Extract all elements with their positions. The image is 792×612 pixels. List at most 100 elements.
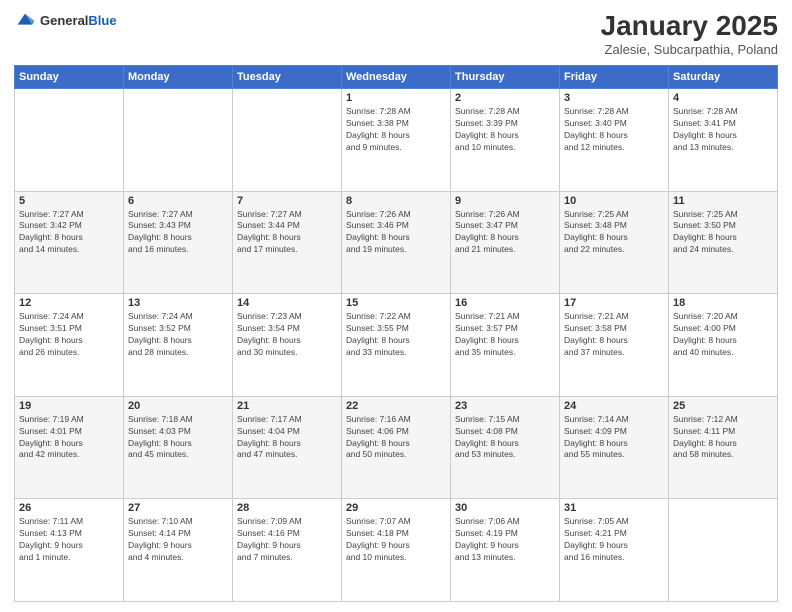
calendar-cell: 3Sunrise: 7:28 AM Sunset: 3:40 PM Daylig… [560,89,669,192]
calendar-cell: 28 Sunrise: 7:09 AM Sunset: 4:16 PM Dayli… [233,499,342,602]
calendar-cell: 26Sunrise: 7:11 AM Sunset: 4:13 PM Dayli… [15,499,124,602]
day-info: Sunrise: 7:27 AM Sunset: 3:44 PM Dayligh… [237,209,337,257]
day-number: 13 [128,297,228,309]
day-info: Sunrise: 7:24 AM Sunset: 3:52 PM Dayligh… [128,311,228,359]
calendar-body: 1 Sunrise: 7:28 AM Sunset: 3:38 PM Daylig… [15,89,778,602]
day-number: 9 [455,195,555,207]
calendar-cell: 18 Sunrise: 7:20 AM Sunset: 4:00 PM Dayli… [669,294,778,397]
calendar-cell [233,89,342,192]
day-info: Sunrise: 7:28 AM Sunset: 3:41 PM Dayligh… [673,106,773,154]
calendar-cell: 1 Sunrise: 7:28 AM Sunset: 3:38 PM Daylig… [342,89,451,192]
calendar-cell: 10 Sunrise: 7:25 AM Sunset: 3:48 PM Dayli… [560,191,669,294]
day-number: 2 [455,92,555,104]
weekday-header-cell: Friday [560,66,669,89]
calendar-cell: 8 Sunrise: 7:26 AM Sunset: 3:46 PM Daylig… [342,191,451,294]
day-info: Sunrise: 7:16 AM Sunset: 4:06 PM Dayligh… [346,414,446,462]
calendar-cell: 11 Sunrise: 7:25 AM Sunset: 3:50 PM Dayli… [669,191,778,294]
calendar-cell: 21Sunrise: 7:17 AM Sunset: 4:04 PM Dayli… [233,396,342,499]
day-number: 25 [673,400,773,412]
day-info: Sunrise: 7:23 AM Sunset: 3:54 PM Dayligh… [237,311,337,359]
weekday-header-cell: Wednesday [342,66,451,89]
day-info: Sunrise: 7:06 AM Sunset: 4:19 PM Dayligh… [455,516,555,564]
day-info: Sunrise: 7:20 AM Sunset: 4:00 PM Dayligh… [673,311,773,359]
calendar-cell: 24Sunrise: 7:14 AM Sunset: 4:09 PM Dayli… [560,396,669,499]
calendar-cell: 17 Sunrise: 7:21 AM Sunset: 3:58 PM Dayli… [560,294,669,397]
calendar-week-row: 19 Sunrise: 7:19 AM Sunset: 4:01 PM Dayli… [15,396,778,499]
calendar-cell: 6Sunrise: 7:27 AM Sunset: 3:43 PM Daylig… [124,191,233,294]
day-number: 10 [564,195,664,207]
day-number: 3 [564,92,664,104]
day-info: Sunrise: 7:28 AM Sunset: 3:39 PM Dayligh… [455,106,555,154]
calendar-cell: 30 Sunrise: 7:06 AM Sunset: 4:19 PM Dayli… [451,499,560,602]
calendar-cell: 25Sunrise: 7:12 AM Sunset: 4:11 PM Dayli… [669,396,778,499]
day-info: Sunrise: 7:21 AM Sunset: 3:57 PM Dayligh… [455,311,555,359]
day-number: 8 [346,195,446,207]
calendar-cell: 5Sunrise: 7:27 AM Sunset: 3:42 PM Daylig… [15,191,124,294]
calendar-table: SundayMondayTuesdayWednesdayThursdayFrid… [14,65,778,602]
day-info: Sunrise: 7:28 AM Sunset: 3:38 PM Dayligh… [346,106,446,154]
calendar-cell: 20 Sunrise: 7:18 AM Sunset: 4:03 PM Dayli… [124,396,233,499]
day-number: 20 [128,400,228,412]
day-number: 14 [237,297,337,309]
day-number: 31 [564,502,664,514]
logo-general: General [40,13,88,28]
calendar-cell: 19 Sunrise: 7:19 AM Sunset: 4:01 PM Dayli… [15,396,124,499]
header: GeneralBlue January 2025 Zalesie, Subcar… [14,10,778,57]
day-info: Sunrise: 7:10 AM Sunset: 4:14 PM Dayligh… [128,516,228,564]
weekday-header-cell: Saturday [669,66,778,89]
day-number: 17 [564,297,664,309]
weekday-header-cell: Tuesday [233,66,342,89]
weekday-header-row: SundayMondayTuesdayWednesdayThursdayFrid… [15,66,778,89]
day-number: 23 [455,400,555,412]
day-info: Sunrise: 7:27 AM Sunset: 3:42 PM Dayligh… [19,209,119,257]
day-number: 28 [237,502,337,514]
calendar-cell: 16 Sunrise: 7:21 AM Sunset: 3:57 PM Dayli… [451,294,560,397]
day-number: 30 [455,502,555,514]
day-number: 6 [128,195,228,207]
day-info: Sunrise: 7:05 AM Sunset: 4:21 PM Dayligh… [564,516,664,564]
calendar-cell: 27Sunrise: 7:10 AM Sunset: 4:14 PM Dayli… [124,499,233,602]
calendar-cell: 2 Sunrise: 7:28 AM Sunset: 3:39 PM Daylig… [451,89,560,192]
calendar-cell: 7 Sunrise: 7:27 AM Sunset: 3:44 PM Daylig… [233,191,342,294]
day-number: 18 [673,297,773,309]
day-info: Sunrise: 7:26 AM Sunset: 3:46 PM Dayligh… [346,209,446,257]
calendar-cell: 14 Sunrise: 7:23 AM Sunset: 3:54 PM Dayli… [233,294,342,397]
day-info: Sunrise: 7:11 AM Sunset: 4:13 PM Dayligh… [19,516,119,564]
weekday-header-cell: Thursday [451,66,560,89]
day-info: Sunrise: 7:22 AM Sunset: 3:55 PM Dayligh… [346,311,446,359]
calendar-cell: 12Sunrise: 7:24 AM Sunset: 3:51 PM Dayli… [15,294,124,397]
day-info: Sunrise: 7:21 AM Sunset: 3:58 PM Dayligh… [564,311,664,359]
day-number: 1 [346,92,446,104]
calendar-cell [669,499,778,602]
day-number: 16 [455,297,555,309]
day-info: Sunrise: 7:24 AM Sunset: 3:51 PM Dayligh… [19,311,119,359]
day-info: Sunrise: 7:25 AM Sunset: 3:48 PM Dayligh… [564,209,664,257]
day-info: Sunrise: 7:26 AM Sunset: 3:47 PM Dayligh… [455,209,555,257]
day-number: 29 [346,502,446,514]
day-number: 7 [237,195,337,207]
day-info: Sunrise: 7:19 AM Sunset: 4:01 PM Dayligh… [19,414,119,462]
day-number: 21 [237,400,337,412]
calendar-week-row: 12Sunrise: 7:24 AM Sunset: 3:51 PM Dayli… [15,294,778,397]
day-number: 19 [19,400,119,412]
calendar-week-row: 5Sunrise: 7:27 AM Sunset: 3:42 PM Daylig… [15,191,778,294]
calendar-cell: 4Sunrise: 7:28 AM Sunset: 3:41 PM Daylig… [669,89,778,192]
page: GeneralBlue January 2025 Zalesie, Subcar… [0,0,792,612]
calendar-cell: 13 Sunrise: 7:24 AM Sunset: 3:52 PM Dayli… [124,294,233,397]
calendar-cell [15,89,124,192]
calendar-cell: 22 Sunrise: 7:16 AM Sunset: 4:06 PM Dayli… [342,396,451,499]
calendar-cell: 31 Sunrise: 7:05 AM Sunset: 4:21 PM Dayli… [560,499,669,602]
day-number: 22 [346,400,446,412]
day-info: Sunrise: 7:09 AM Sunset: 4:16 PM Dayligh… [237,516,337,564]
day-info: Sunrise: 7:18 AM Sunset: 4:03 PM Dayligh… [128,414,228,462]
calendar-cell [124,89,233,192]
month-title: January 2025 [601,10,778,42]
day-number: 24 [564,400,664,412]
logo-icon [14,10,36,32]
title-block: January 2025 Zalesie, Subcarpathia, Pola… [601,10,778,57]
weekday-header-cell: Monday [124,66,233,89]
day-info: Sunrise: 7:25 AM Sunset: 3:50 PM Dayligh… [673,209,773,257]
day-number: 11 [673,195,773,207]
calendar-week-row: 1 Sunrise: 7:28 AM Sunset: 3:38 PM Daylig… [15,89,778,192]
weekday-header-cell: Sunday [15,66,124,89]
